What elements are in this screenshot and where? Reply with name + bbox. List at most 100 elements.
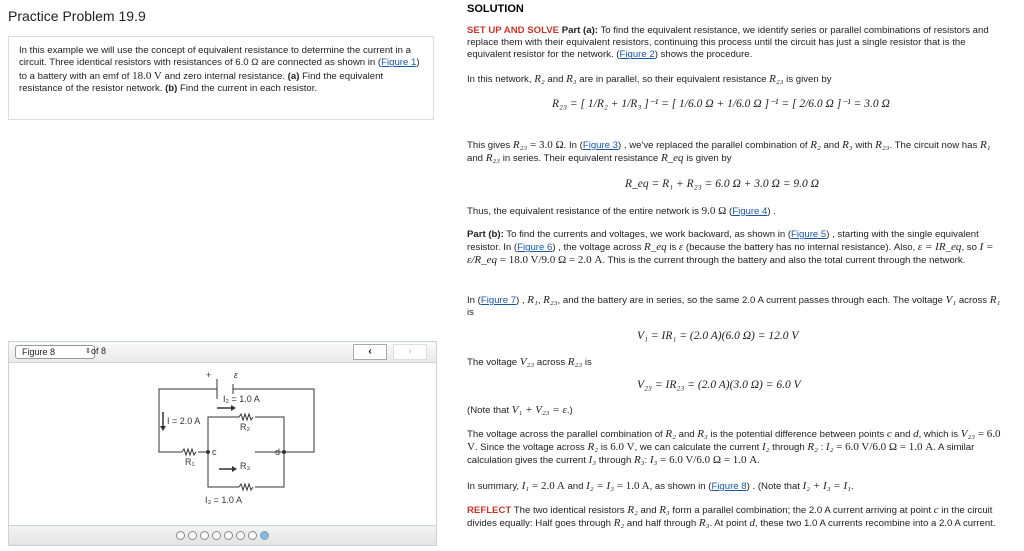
figure-link[interactable]: Figure 6 xyxy=(517,242,552,253)
math-text: = 3.0 Ω xyxy=(527,139,564,151)
current-i3-label: I₃ = 1.0 A xyxy=(205,495,242,505)
text-run: is given by xyxy=(683,153,732,165)
text-run: , we can calculate the current xyxy=(634,442,762,454)
left-panel: Practice Problem 19.9 In this example we… xyxy=(0,0,450,551)
math-text: 9.0 Ω xyxy=(701,205,727,217)
circuit-diagram: + ε I = 2.0 A I₂ = 1.0 A I₃ = 1.0 A R₁ R… xyxy=(158,370,315,505)
solution-heading: SOLUTION xyxy=(467,3,524,15)
text-run: and half through xyxy=(624,518,699,530)
text-run: and xyxy=(467,153,486,165)
text-run: , which is xyxy=(918,429,961,440)
text-run: . The circuit now has xyxy=(889,140,980,151)
math-text: V₂₃ xyxy=(519,356,535,368)
paragraph: Part (b): To find the currents and volta… xyxy=(467,229,1007,268)
paragraph: Thus, the equivalent resistance of the e… xyxy=(467,205,1007,218)
math-text: = 18.0 V/9.0 Ω = 2.0 A xyxy=(497,254,603,267)
figure-select[interactable]: Figure 8 ⇕ xyxy=(15,345,95,359)
paragraph: SET UP AND SOLVE Part (a): To find the e… xyxy=(467,25,1007,62)
text-run: is xyxy=(598,442,611,454)
text-run: across xyxy=(956,295,990,306)
figure-link[interactable]: Figure 5 xyxy=(791,229,826,240)
text-run: are in parallel, so their equivalent res… xyxy=(576,74,770,85)
r2-label: R₂ xyxy=(240,422,250,432)
resistor-r3 xyxy=(238,482,254,492)
math-text: = 1.0 A xyxy=(614,480,650,492)
equation-v23: V₂₃ = IR₂₃ = (2.0 A)(3.0 Ω) = 6.0 V xyxy=(637,379,801,391)
paragraph: In this network, R₂ and R₃ are in parall… xyxy=(467,73,1007,86)
math-text: I₂ + I₃ = I₁ xyxy=(802,480,851,492)
pagination-dot[interactable] xyxy=(200,531,209,540)
text-run: (a) xyxy=(287,70,300,82)
figure-link[interactable]: Figure 7 xyxy=(481,295,516,306)
text-run: and xyxy=(675,429,698,440)
text-run: REFLECT xyxy=(467,505,512,516)
text-run: form a parallel combination; the 2.0 A c… xyxy=(669,505,934,516)
math-text: R₂ xyxy=(810,139,821,151)
figure-link[interactable]: Figure 2 xyxy=(620,49,655,60)
resistor-r2 xyxy=(238,412,254,422)
pagination-dot[interactable] xyxy=(260,531,269,540)
math-text: = 6.0 V/6.0 Ω = 1.0 A xyxy=(657,454,758,467)
text-run: with xyxy=(852,140,876,151)
figure-toolbar: Figure 8 ⇕ of 8 ‹ › xyxy=(9,342,436,363)
math-text: R₂ xyxy=(627,504,638,516)
equation-v1: V₁ = IR₁ = (2.0 A)(6.0 Ω) = 12.0 V xyxy=(637,330,799,342)
math-text: R₁ xyxy=(989,294,1001,306)
text-run: SET UP AND SOLVE xyxy=(467,25,562,36)
figure-link[interactable]: Figure 4 xyxy=(732,206,767,217)
text-run: across xyxy=(534,357,568,368)
text-run: ) , the voltage across xyxy=(552,242,645,254)
text-run: ) , we've replaced the parallel combinat… xyxy=(618,140,811,151)
math-text: R₃ xyxy=(698,517,710,530)
text-run: ) . (Note that xyxy=(746,481,803,492)
figure-count: of 8 xyxy=(91,346,107,356)
text-run: . xyxy=(757,455,760,467)
figure-select-value: Figure 8 xyxy=(22,347,56,357)
figure-link[interactable]: Figure 1 xyxy=(381,57,416,68)
text-run: In this network, xyxy=(467,74,535,85)
text-run: is xyxy=(582,357,592,368)
text-run: and xyxy=(637,505,660,516)
math-text: V₁ + V₂₃ = ε xyxy=(511,404,567,416)
pagination-dot[interactable] xyxy=(236,531,245,540)
paragraph: In (Figure 7) , R₁, R₂₃, and the battery… xyxy=(467,294,1007,319)
text-run: (because the battery has no internal res… xyxy=(683,242,918,254)
pagination-dot[interactable] xyxy=(188,531,197,540)
text-run: . In ( xyxy=(563,140,583,151)
problem-statement: In this example we will use the concept … xyxy=(8,36,434,120)
prev-figure-button[interactable]: ‹ xyxy=(353,344,387,360)
text-run: The two identical resistors xyxy=(511,505,628,516)
text-run: Thus, the equivalent resistance of the e… xyxy=(467,206,702,217)
text-run: Part (a): xyxy=(561,25,598,36)
text-run: , these two 1.0 A currents recombine int… xyxy=(754,518,996,530)
text-run: is xyxy=(666,242,679,254)
math-text: R₂₃ xyxy=(543,294,558,306)
math-text: I₂ xyxy=(762,441,770,454)
math-text: R₃ xyxy=(697,428,708,440)
pagination-dot[interactable] xyxy=(176,531,185,540)
r3-label: R₃ xyxy=(240,461,250,471)
text-run: ) . xyxy=(767,206,776,217)
math-text: V₁ xyxy=(945,294,957,306)
text-run: through xyxy=(596,455,634,467)
math-text: R₂ xyxy=(665,428,676,440)
text-run: In this example we will use the concept … xyxy=(19,45,411,69)
math-text: R₂ xyxy=(587,441,599,454)
r1-label: R₁ xyxy=(185,457,195,467)
math-text: R₁ xyxy=(979,139,991,151)
math-text: = 6.0 V/6.0 Ω = 1.0 A xyxy=(833,441,934,454)
pagination-dot[interactable] xyxy=(248,531,257,540)
math-text: R₂ xyxy=(807,441,818,454)
math-text: R_eq xyxy=(644,241,667,254)
next-figure-button[interactable]: › xyxy=(393,344,427,360)
figure-link[interactable]: Figure 8 xyxy=(711,481,746,492)
figure-link[interactable]: Figure 3 xyxy=(583,140,618,151)
point-d-label: d xyxy=(275,447,280,457)
paragraph: This gives R₂₃ = 3.0 Ω. In (Figure 3) , … xyxy=(467,139,1007,165)
math-text: R₂₃ xyxy=(485,152,501,165)
figure-pagination xyxy=(9,525,436,545)
text-run: Find the current in each resistor. xyxy=(177,82,318,94)
pagination-dot[interactable] xyxy=(212,531,221,540)
text-run: In ( xyxy=(467,295,481,306)
pagination-dot[interactable] xyxy=(224,531,233,540)
